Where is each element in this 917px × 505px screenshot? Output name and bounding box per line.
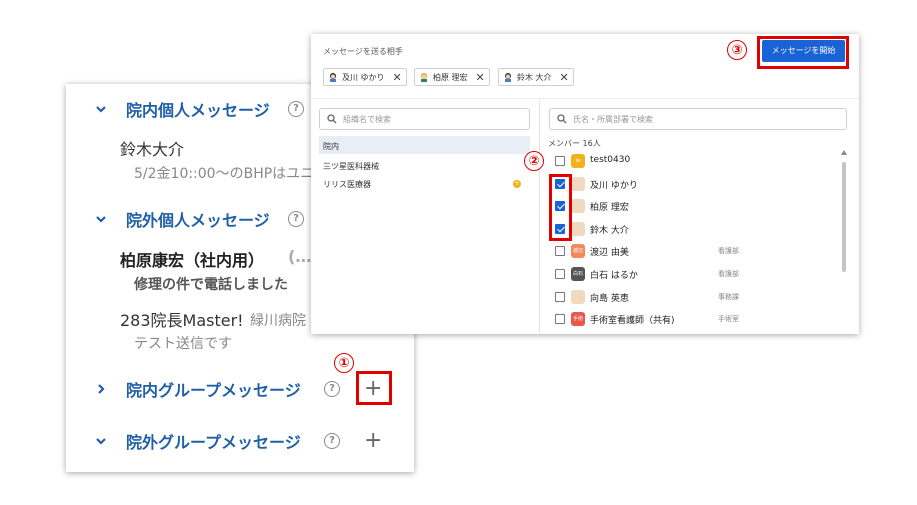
org-item-selected-bg [319, 136, 530, 154]
scrollbar-thumb[interactable] [842, 162, 846, 272]
conversation-name-overflow: (… [288, 247, 312, 266]
member-dept: 看護部 [718, 247, 739, 256]
member-name: test0430 [590, 155, 631, 165]
member-row[interactable]: 及川 ゆかり [555, 176, 845, 193]
avatar: 渡辺 [571, 244, 585, 259]
search-icon [327, 114, 337, 124]
conversation-name[interactable]: 鈴木大介 [120, 136, 184, 160]
help-icon[interactable]: ? [324, 381, 340, 397]
chevron-down-icon [96, 438, 106, 445]
org-search-placeholder: 組織名で検索 [343, 114, 391, 124]
avatar-icon [505, 73, 511, 82]
new-message-dialog: メッセージを送る相手 及川 ゆかり ✕ 柏原 理宏 ✕ 鈴木 大介 ✕ メッセー… [311, 34, 859, 334]
recipient-name: 鈴木 大介 [517, 72, 552, 82]
remove-recipient-button[interactable]: ✕ [393, 71, 402, 84]
section-title: 院内グループメッセージ [126, 381, 301, 400]
member-checkbox[interactable] [555, 291, 565, 302]
avatar: 白石 [571, 267, 585, 281]
member-name: 白石 はるか [590, 271, 638, 281]
conversation-preview: 修理の件で電話しました [134, 277, 288, 293]
section-title: 院内個人メッセージ [126, 101, 270, 120]
member-search-placeholder: 氏名・所属部署で検索 [573, 114, 653, 124]
member-name: 及川 ゆかり [590, 180, 638, 191]
conversation-preview: 5/2金10::00〜のBHPはユニ [134, 166, 315, 182]
org-item[interactable]: 院内 [323, 141, 339, 152]
member-search-input[interactable]: 氏名・所属部署で検索 [549, 108, 847, 130]
chevron-right-icon [98, 384, 105, 394]
member-name: 渡辺 由美 [590, 248, 629, 259]
member-row[interactable]: 手術室手術室看護師（共有)手術室 [555, 312, 845, 328]
divider [539, 100, 540, 334]
member-row[interactable]: 鈴木 大介 [555, 221, 845, 238]
remove-recipient-button[interactable]: ✕ [560, 71, 569, 84]
step-marker-2: ② [524, 151, 544, 171]
avatar [571, 289, 585, 304]
section-title: 院外個人メッセージ [126, 211, 270, 230]
member-row[interactable]: 柏原 理宏 [555, 199, 845, 215]
recipient-name: 柏原 理宏 [433, 72, 468, 82]
avatar [571, 221, 585, 236]
member-checkbox[interactable] [555, 156, 565, 166]
member-dept: 看護部 [718, 270, 739, 278]
help-icon[interactable]: ? [288, 101, 304, 117]
member-name: 柏原 理宏 [590, 203, 629, 214]
divider [311, 98, 859, 99]
member-count-label: メンバー 16人 [548, 139, 601, 148]
avatar-icon [330, 73, 336, 82]
highlight-box-start-button [757, 36, 849, 69]
member-dept: 手術室 [718, 315, 739, 324]
avatar-icon [421, 73, 427, 82]
help-icon[interactable]: ? [288, 211, 304, 227]
avatar: 手術室 [571, 312, 585, 327]
recipient-chip: 及川 ゆかり ✕ [323, 68, 407, 86]
member-checkbox[interactable] [555, 246, 565, 257]
chevron-down-icon [96, 106, 106, 113]
scroll-up-arrow-icon[interactable] [841, 150, 847, 155]
org-item[interactable]: 三ツ星医科器械 [323, 161, 379, 172]
member-row[interactable]: 渡辺 渡辺 由美 看護部 [555, 244, 845, 260]
step-marker-3: ③ [727, 40, 747, 60]
member-name: 鈴木 大介 [590, 225, 629, 236]
step-marker-1: ① [334, 353, 354, 373]
member-row[interactable]: 白石 白石 はるか 看護部 [555, 267, 845, 283]
highlight-box-checkboxes [549, 174, 572, 241]
recipient-name: 及川 ゆかり [342, 72, 385, 82]
add-group-button[interactable]: + [364, 430, 382, 452]
avatar [571, 176, 585, 191]
member-row[interactable]: 向島 英恵 事務課 [555, 289, 845, 306]
member-row[interactable]: te test0430 [555, 154, 845, 170]
recipients-label: メッセージを送る相手 [323, 47, 403, 56]
org-item[interactable]: リリス医療器 [323, 179, 371, 190]
member-dept: 事務課 [718, 292, 739, 301]
conversation-name[interactable]: 柏原康宏（社内用） [120, 247, 264, 271]
recipient-chip: 鈴木 大介 ✕ [498, 68, 574, 86]
section-title: 院外グループメッセージ [126, 433, 301, 452]
avatar: te [571, 154, 585, 168]
search-icon [557, 114, 567, 124]
highlight-box-add-button [356, 371, 392, 405]
section-header-external-group[interactable]: 院外グループメッセージ ? + [66, 428, 414, 454]
conversation-preview: テスト送信です [134, 336, 232, 352]
remove-recipient-button[interactable]: ✕ [476, 71, 485, 84]
recipient-chip: 柏原 理宏 ✕ [414, 68, 490, 86]
member-checkbox[interactable] [555, 314, 565, 325]
org-search-input[interactable]: 組織名で検索 [319, 108, 530, 130]
member-name: 向島 英恵 [590, 293, 629, 304]
conversation-org: 緑川病院 [250, 313, 306, 329]
avatar [571, 199, 585, 214]
chevron-down-icon [96, 216, 106, 223]
help-icon[interactable]: ? [324, 433, 340, 449]
org-badge-icon: + [513, 180, 521, 188]
conversation-name[interactable]: 283院長Master! [120, 307, 244, 331]
member-checkbox[interactable] [555, 269, 565, 279]
member-name: 手術室看護師（共有) [590, 316, 675, 327]
